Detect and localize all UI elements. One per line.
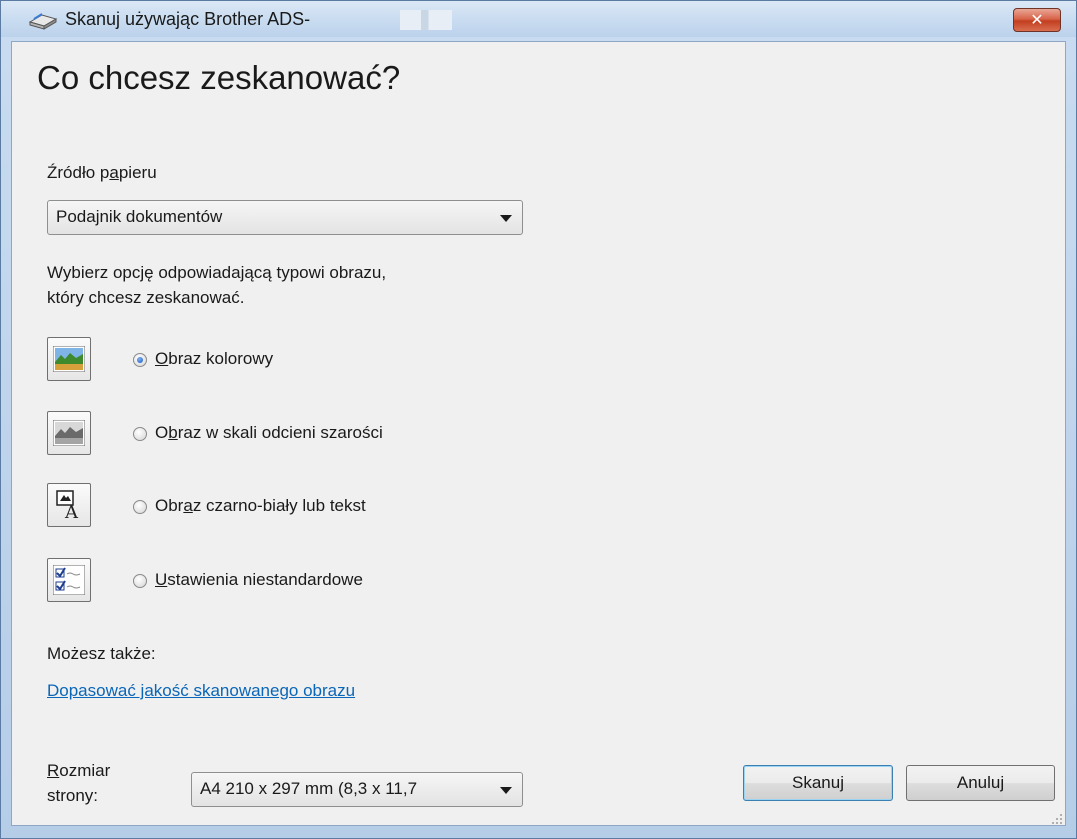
instruction-text-line1: Wybierz opcję odpowiadającą typowi obraz… — [47, 263, 387, 282]
chevron-down-icon — [500, 787, 512, 794]
page-size-value: A4 210 x 297 mm (8,3 x 11,7 — [200, 779, 418, 798]
scan-button[interactable]: Skanuj — [743, 765, 893, 801]
close-icon: ✕ — [1030, 12, 1044, 29]
color-picture-label[interactable]: Obraz kolorowy — [155, 349, 273, 369]
grayscale-picture-button[interactable] — [47, 411, 91, 455]
black-white-text-radio[interactable] — [133, 500, 147, 514]
page-size-label-line2: strony: — [47, 786, 99, 805]
color-picture-icon — [53, 346, 85, 372]
paper-source-select[interactable]: Podajnik dokumentów — [47, 200, 523, 235]
black-white-text-button[interactable]: A — [47, 483, 91, 527]
paper-source-label: Źródło papieru — [47, 163, 157, 182]
chevron-down-icon — [500, 215, 512, 222]
cancel-button[interactable]: Anuluj — [906, 765, 1055, 801]
svg-text:A: A — [64, 502, 79, 520]
title-bar[interactable]: Skanuj używając Brother ADS- ✕ — [1, 1, 1076, 37]
color-picture-radio[interactable] — [133, 353, 147, 367]
custom-settings-label[interactable]: Ustawienia niestandardowe — [155, 570, 363, 590]
instruction-text-line2: który chcesz zeskanować. — [47, 288, 245, 307]
title-redaction — [400, 10, 452, 30]
color-picture-button[interactable] — [47, 337, 91, 381]
scanner-icon — [28, 13, 58, 30]
black-white-text-label[interactable]: Obraz czarno-biały lub tekst — [155, 496, 366, 516]
black-white-text-icon: A — [56, 490, 79, 520]
custom-settings-radio[interactable] — [133, 574, 147, 588]
also-label: Możesz także: — [47, 644, 156, 663]
scan-dialog-window: Skanuj używając Brother ADS- ✕ Co chcesz… — [0, 0, 1077, 839]
custom-settings-button[interactable] — [47, 558, 91, 602]
adjust-quality-link[interactable]: Dopasować jakość skanowanego obrazu — [47, 681, 355, 701]
close-button[interactable]: ✕ — [1013, 8, 1061, 32]
custom-settings-icon — [53, 565, 85, 595]
page-size-label-line1: Rozmiar — [47, 761, 111, 780]
page-title: Co chcesz zeskanować? — [37, 59, 401, 96]
grayscale-picture-radio[interactable] — [133, 427, 147, 441]
grayscale-picture-label[interactable]: Obraz w skali odcieni szarości — [155, 423, 383, 443]
grayscale-picture-icon — [53, 420, 85, 446]
paper-source-value: Podajnik dokumentów — [56, 207, 223, 226]
resize-grip-icon[interactable] — [1051, 813, 1063, 825]
window-title: Skanuj używając Brother ADS- — [65, 9, 311, 29]
page-size-select[interactable]: A4 210 x 297 mm (8,3 x 11,7 — [191, 772, 523, 807]
